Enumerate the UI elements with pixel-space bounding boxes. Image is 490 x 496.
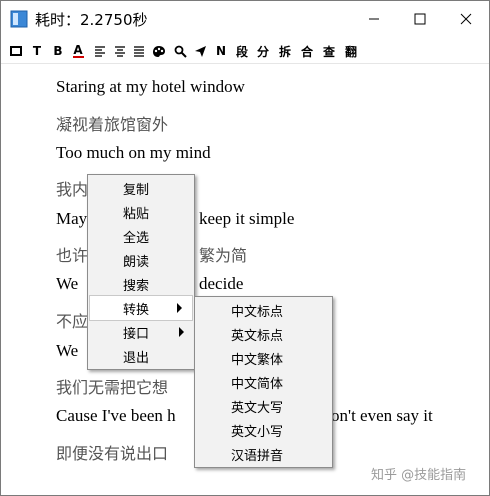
- search-icon[interactable]: [173, 41, 187, 61]
- watermark: 知乎 @技能指南: [371, 468, 467, 483]
- line-7b: decide: [199, 274, 244, 293]
- line-5a: May: [56, 209, 88, 228]
- align-left-icon[interactable]: [93, 41, 107, 61]
- submenu-item-pinyin[interactable]: 汉语拼音: [195, 442, 332, 466]
- line-10: 我们无需把它想: [56, 378, 169, 397]
- menu-item-exit[interactable]: 退出: [88, 344, 194, 368]
- menu-item-select-all[interactable]: 全选: [88, 224, 194, 248]
- maximize-icon: [414, 10, 426, 29]
- app-window: 耗时：2.2750秒 T B A N 段 分 拆 合 查 翻 Staring a…: [0, 0, 490, 496]
- submenu-item-label: 中文标点: [231, 304, 284, 320]
- line-5b: keep it simple: [199, 209, 295, 228]
- maximize-button[interactable]: [397, 1, 443, 37]
- close-button[interactable]: [443, 1, 489, 37]
- menu-item-read-aloud[interactable]: 朗读: [88, 248, 194, 272]
- convert-submenu: 中文标点 英文标点 中文繁体 中文简体 英文大写 英文小写 汉语拼音: [194, 296, 333, 468]
- menu-item-paste[interactable]: 粘贴: [88, 200, 194, 224]
- line-6b: 繁为简: [199, 246, 248, 265]
- title-bar[interactable]: 耗时：2.2750秒: [1, 1, 489, 37]
- send-icon[interactable]: [193, 41, 207, 61]
- submenu-item-label: 中文繁体: [231, 352, 284, 368]
- line-7a: We: [56, 274, 79, 293]
- submenu-item-en-punct[interactable]: 英文标点: [195, 322, 332, 346]
- palette-icon[interactable]: [152, 41, 166, 61]
- menu-item-convert[interactable]: 转换: [89, 295, 193, 321]
- line-9: We: [56, 341, 79, 360]
- menu-item-copy[interactable]: 复制: [88, 176, 194, 200]
- frame-icon[interactable]: [9, 41, 23, 61]
- close-icon: [460, 10, 472, 29]
- line-4: 我内: [56, 180, 89, 199]
- line-12: 即便没有说出口: [56, 444, 169, 463]
- line-1: Staring at my hotel window: [56, 77, 245, 96]
- menu-item-label: 退出: [123, 350, 150, 366]
- font-color-bar: [72, 55, 84, 58]
- submenu-item-simplified[interactable]: 中文简体: [195, 370, 332, 394]
- split-tool[interactable]: 分: [256, 41, 270, 61]
- bold-tool[interactable]: B: [51, 41, 65, 61]
- menu-item-label: 转换: [123, 302, 150, 318]
- merge-tool[interactable]: 合: [300, 41, 314, 61]
- submenu-arrow-icon: [177, 303, 182, 313]
- toolbar: T B A N 段 分 拆 合 查 翻: [1, 39, 489, 64]
- line-3: Too much on my mind: [56, 143, 211, 162]
- app-icon: [10, 10, 28, 28]
- align-justify-icon[interactable]: [132, 41, 146, 61]
- minimize-button[interactable]: [351, 1, 397, 37]
- menu-item-search[interactable]: 搜索: [88, 272, 194, 296]
- break-tool[interactable]: 拆: [278, 41, 292, 61]
- menu-item-label: 全选: [123, 230, 150, 246]
- line-11b: on't even say it: [331, 406, 433, 425]
- context-menu: 复制 粘贴 全选 朗读 搜索 转换 接口 退出: [87, 174, 195, 370]
- n-tool[interactable]: N: [214, 41, 228, 61]
- translate-tool[interactable]: 翻: [344, 41, 358, 61]
- submenu-item-label: 英文大写: [231, 400, 284, 416]
- menu-item-label: 复制: [123, 182, 150, 198]
- line-6a: 也许: [56, 246, 89, 265]
- menu-item-label: 搜索: [123, 278, 150, 294]
- text-tool[interactable]: T: [30, 41, 44, 61]
- submenu-item-traditional[interactable]: 中文繁体: [195, 346, 332, 370]
- line-8: 不应: [56, 312, 89, 331]
- submenu-item-lowercase[interactable]: 英文小写: [195, 418, 332, 442]
- line-11a: Cause I've been h: [56, 406, 176, 425]
- line-2: 凝视着旅馆窗外: [56, 115, 169, 134]
- font-color-letter: A: [73, 42, 83, 57]
- menu-item-label: 接口: [123, 326, 150, 342]
- submenu-item-label: 英文小写: [231, 424, 284, 440]
- submenu-item-cn-punct[interactable]: 中文标点: [195, 298, 332, 322]
- check-tool[interactable]: 查: [322, 41, 336, 61]
- window-title: 耗时：2.2750秒: [35, 11, 148, 29]
- menu-item-interface[interactable]: 接口: [88, 320, 194, 344]
- menu-item-label: 粘贴: [123, 206, 150, 222]
- submenu-item-label: 中文简体: [231, 376, 284, 392]
- menu-item-label: 朗读: [123, 254, 150, 270]
- submenu-item-label: 汉语拼音: [231, 448, 284, 464]
- minimize-icon: [368, 10, 380, 29]
- segment-tool[interactable]: 段: [235, 41, 249, 61]
- submenu-item-uppercase[interactable]: 英文大写: [195, 394, 332, 418]
- align-center-icon[interactable]: [113, 41, 127, 61]
- submenu-arrow-icon: [179, 327, 184, 337]
- submenu-item-label: 英文标点: [231, 328, 284, 344]
- font-color-tool[interactable]: A: [71, 41, 85, 61]
